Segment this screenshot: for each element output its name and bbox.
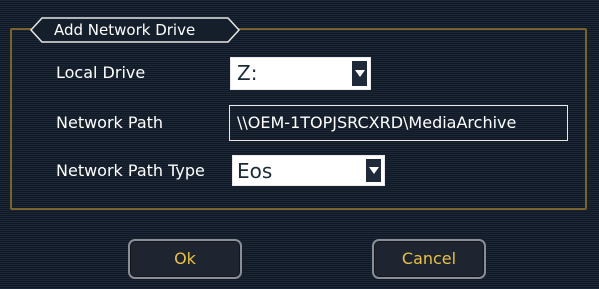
ok-button[interactable]: Ok: [128, 239, 242, 279]
cancel-button[interactable]: Cancel: [372, 239, 486, 279]
network-path-label: Network Path: [56, 113, 164, 132]
chevron-down-icon[interactable]: [365, 158, 382, 183]
network-path-type-value: Eos: [237, 159, 273, 183]
network-path-type-select[interactable]: Eos: [232, 155, 385, 186]
dialog-title: Add Network Drive: [54, 21, 196, 39]
local-drive-value: Z:: [237, 61, 258, 85]
network-path-value: \\OEM-1TOPJSRCXRD\MediaArchive: [237, 113, 517, 132]
group-title-tab: Add Network Drive: [30, 17, 240, 43]
network-path-field[interactable]: \\OEM-1TOPJSRCXRD\MediaArchive: [229, 105, 568, 141]
local-drive-label: Local Drive: [56, 63, 146, 82]
network-path-type-label: Network Path Type: [56, 161, 205, 180]
local-drive-select[interactable]: Z:: [230, 57, 371, 90]
chevron-down-icon[interactable]: [351, 60, 368, 87]
